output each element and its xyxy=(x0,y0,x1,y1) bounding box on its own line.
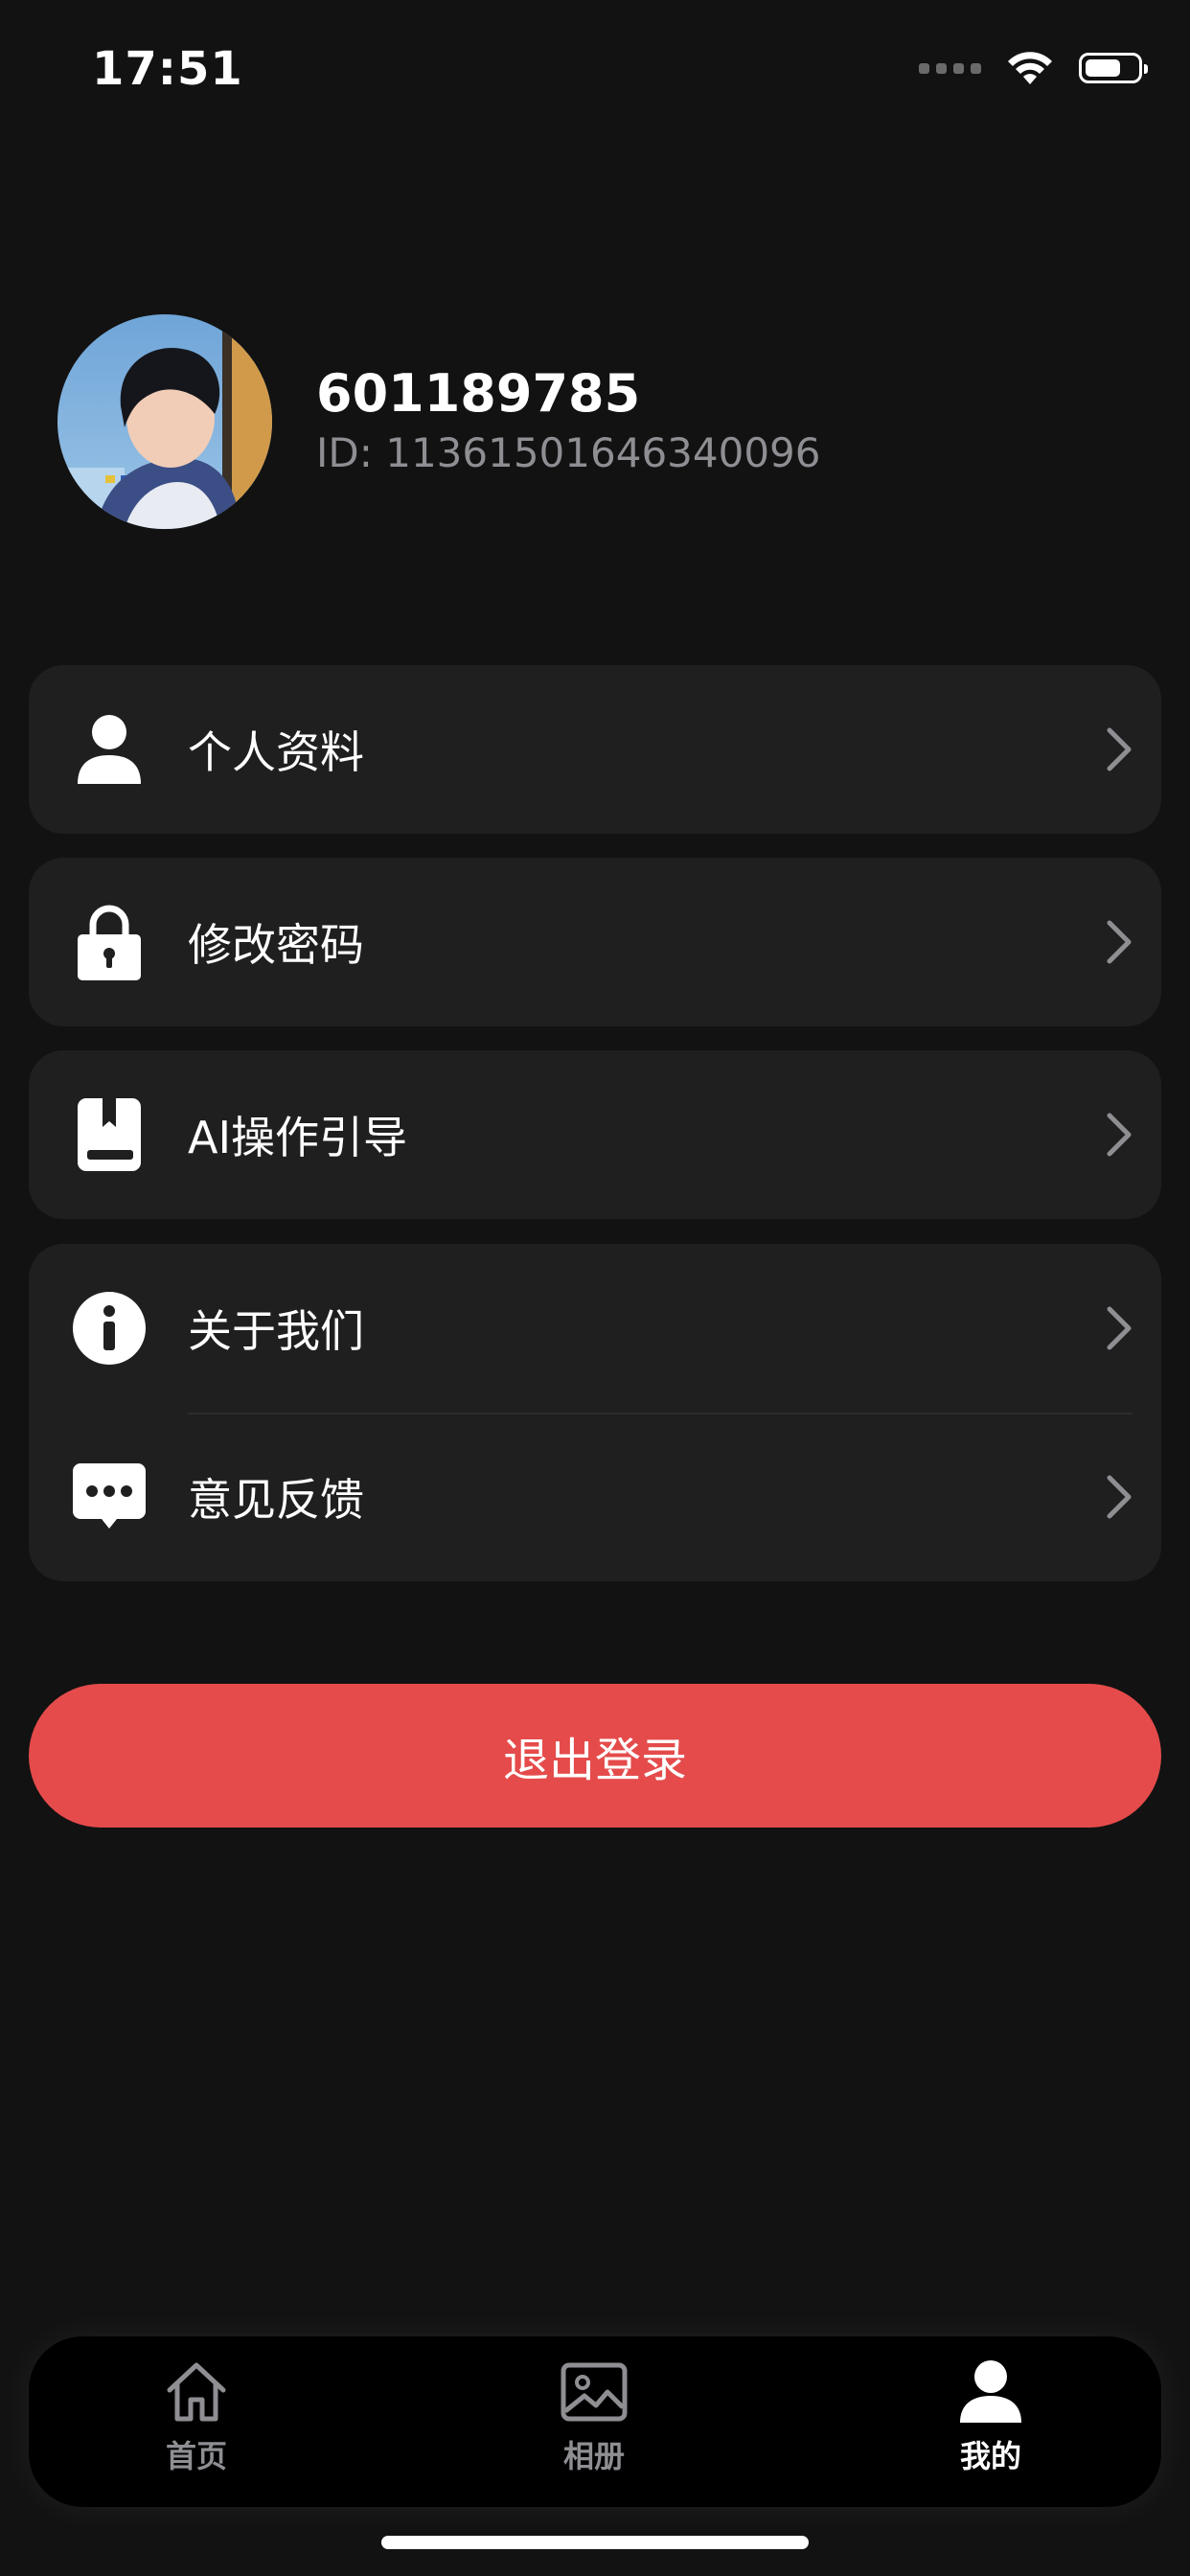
image-icon xyxy=(561,2362,628,2422)
menu-item-label: 关于我们 xyxy=(188,1305,364,1357)
menu-card-ai-guide: AI操作引导 xyxy=(29,1050,1161,1219)
tab-mine[interactable]: 我的 xyxy=(895,2336,1087,2507)
status-time: 17:51 xyxy=(92,42,243,96)
menu-card-change-password: 修改密码 xyxy=(29,858,1161,1026)
menu-card-profile-info: 个人资料 xyxy=(29,665,1161,834)
menu-item-profile-info[interactable]: 个人资料 xyxy=(29,665,1161,834)
avatar-photo xyxy=(57,314,272,529)
menu-card-about-feedback: 关于我们 意见反馈 xyxy=(29,1244,1161,1581)
menu-item-change-password[interactable]: 修改密码 xyxy=(29,858,1161,1026)
profile-name: 601189785 xyxy=(316,363,641,424)
tab-album[interactable]: 相册 xyxy=(498,2336,690,2507)
chevron-right-icon xyxy=(1107,1475,1132,1519)
tab-bar: 首页 相册 我的 xyxy=(29,2336,1161,2507)
info-icon xyxy=(73,1292,146,1365)
chat-icon xyxy=(73,1460,146,1533)
avatar[interactable] xyxy=(57,314,272,529)
status-icons xyxy=(919,50,1148,86)
menu-item-feedback[interactable]: 意见反馈 xyxy=(29,1413,1161,1581)
cellular-signal-icon xyxy=(919,62,981,74)
person-icon xyxy=(73,713,146,786)
menu-item-label: 意见反馈 xyxy=(188,1474,364,1526)
menu-item-about-us[interactable]: 关于我们 xyxy=(29,1244,1161,1413)
person-icon xyxy=(960,2360,1021,2423)
tab-label: 相册 xyxy=(562,2438,625,2474)
chevron-right-icon xyxy=(1107,920,1132,964)
status-bar: 17:51 xyxy=(0,0,1190,144)
tab-label: 我的 xyxy=(959,2438,1021,2474)
tab-label: 首页 xyxy=(165,2438,227,2474)
menu-item-label: AI操作引导 xyxy=(188,1112,408,1163)
chevron-right-icon xyxy=(1107,1306,1132,1350)
battery-icon xyxy=(1079,53,1148,83)
profile-header[interactable]: 601189785 ID: 11361501646340096 xyxy=(57,314,821,529)
home-indicator[interactable] xyxy=(381,2536,809,2549)
profile-id: ID: 11361501646340096 xyxy=(316,429,821,476)
menu-item-ai-guide[interactable]: AI操作引导 xyxy=(29,1050,1161,1219)
home-icon xyxy=(167,2362,226,2422)
lock-icon xyxy=(73,905,146,980)
logout-button[interactable]: 退出登录 xyxy=(29,1684,1161,1828)
wifi-icon xyxy=(1008,52,1052,84)
menu-item-label: 修改密码 xyxy=(188,919,364,971)
chevron-right-icon xyxy=(1107,727,1132,771)
battery-level xyxy=(1086,59,1120,77)
menu-item-label: 个人资料 xyxy=(188,726,364,778)
tab-home[interactable]: 首页 xyxy=(101,2336,292,2507)
chevron-right-icon xyxy=(1107,1113,1132,1157)
book-icon xyxy=(73,1098,146,1171)
